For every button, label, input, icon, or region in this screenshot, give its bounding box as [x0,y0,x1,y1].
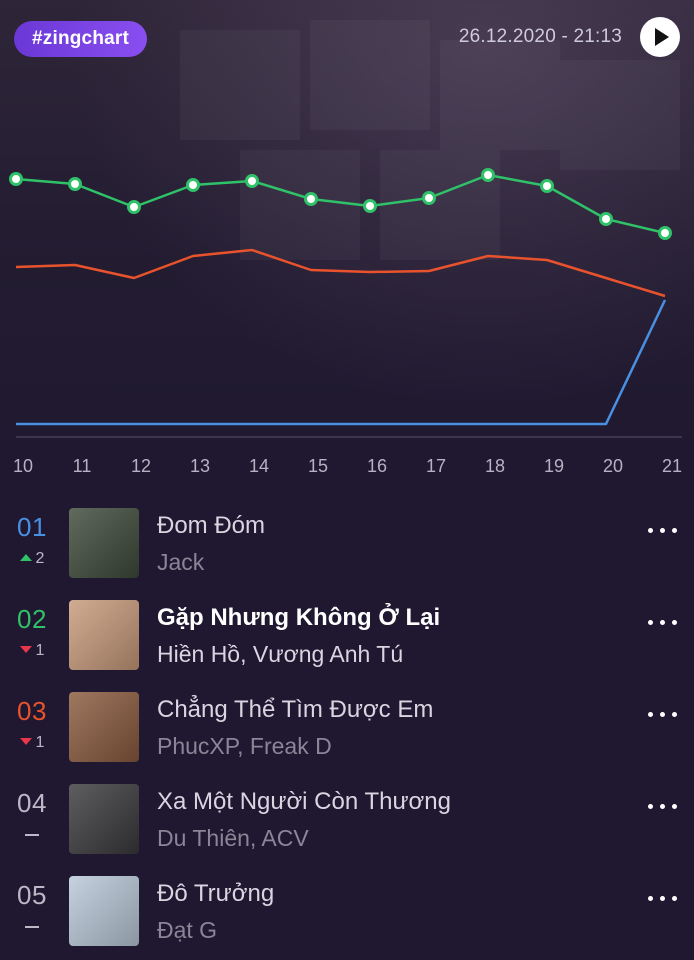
song-row[interactable]: 01 2 Đom Đóm Jack [0,494,694,586]
rank-number: 04 [17,788,47,818]
rank-change-value: 2 [35,550,45,567]
series-point[interactable] [540,179,554,193]
song-artist[interactable]: Đạt G [157,917,217,944]
more-dot [660,528,665,533]
no-change-icon [25,925,39,928]
cover-gap-nhung-khong-o-lai[interactable] [69,600,139,670]
more-dot [672,620,677,625]
rank-change-value: 1 [35,642,45,659]
more-dot [660,620,665,625]
chart-series [9,168,672,426]
ranking-chart: 10 11 12 13 14 15 16 17 18 19 20 21 [9,168,682,476]
x-tick-label: 20 [603,456,623,476]
more-dot [648,712,653,717]
more-dot [660,712,665,717]
rank-change: 2 [0,550,64,570]
more-dot [648,620,653,625]
song-artist[interactable]: Du Thiên, ACV [157,825,309,852]
more-dot [660,896,665,901]
x-tick-label: 12 [131,456,151,476]
series-point[interactable] [186,178,200,192]
song-title[interactable]: Gặp Nhưng Không Ở Lại [157,604,440,632]
rank-change: 1 [0,734,64,754]
more-dots-icon[interactable] [648,896,678,906]
more-dots-icon[interactable] [648,804,678,814]
song-title[interactable]: Đô Trưởng [157,880,274,908]
x-tick-label: 19 [544,456,564,476]
more-dot [660,804,665,809]
more-dot [648,528,653,533]
chart-x-labels: 10 11 12 13 14 15 16 17 18 19 20 21 [13,456,682,476]
series-point[interactable] [363,199,377,213]
series-point[interactable] [127,200,141,214]
series-point[interactable] [245,174,259,188]
song-row[interactable]: 05 Đô Trưởng Đạt G [0,862,694,954]
cover-do-truong[interactable] [69,876,139,946]
more-dot [672,712,677,717]
more-dot [648,896,653,901]
series-line-3 [16,299,667,426]
series-line-1 [15,173,666,235]
more-dot [672,804,677,809]
rank-change [0,826,64,846]
series-point[interactable] [599,212,613,226]
series-line-2 [15,248,666,298]
song-title[interactable]: Xa Một Người Còn Thương [157,788,451,816]
rank-number: 05 [17,880,47,910]
cover-xa-mot-nguoi-con-thuong[interactable] [69,784,139,854]
rank-change: 1 [0,642,64,662]
series-point[interactable] [9,172,23,186]
cover-chang-the-tim-duoc-em[interactable] [69,692,139,762]
series-point[interactable] [68,177,82,191]
song-row[interactable]: 04 Xa Một Người Còn Thương Du Thiên, ACV [0,770,694,862]
rank-change-value: 1 [35,734,45,751]
more-dots-icon[interactable] [648,528,678,538]
song-title[interactable]: Chẳng Thể Tìm Được Em [157,696,433,724]
more-dots-icon[interactable] [648,620,678,630]
rank-change [0,918,64,938]
more-dot [672,528,677,533]
series-point[interactable] [422,191,436,205]
series-point[interactable] [658,226,672,240]
arrow-up-icon [19,553,32,561]
song-artist[interactable]: Jack [157,549,204,576]
rank-number: 03 [17,696,47,726]
series-point[interactable] [304,192,318,206]
x-tick-label: 10 [13,456,33,476]
arrow-down-icon [19,645,32,653]
song-title[interactable]: Đom Đóm [157,512,265,540]
x-tick-label: 14 [249,456,269,476]
more-dots-icon[interactable] [648,712,678,722]
series-point[interactable] [481,168,495,182]
rank-number: 01 [17,512,47,542]
x-tick-label: 21 [662,456,682,476]
x-tick-label: 11 [73,456,92,476]
x-tick-label: 13 [190,456,210,476]
song-artist[interactable]: PhucXP, Freak D [157,733,332,760]
x-tick-label: 17 [426,456,446,476]
song-row[interactable]: 02 1 Gặp Nhưng Không Ở Lại Hiền Hồ, Vương A… [0,586,694,678]
song-row[interactable]: 03 1 Chẳng Thể Tìm Được Em PhucXP, Freak D [0,678,694,770]
x-tick-label: 16 [367,456,387,476]
no-change-icon [25,833,39,836]
arrow-down-icon [19,737,32,745]
x-tick-label: 18 [485,456,505,476]
cover-dom-dom[interactable] [69,508,139,578]
rank-number: 02 [17,604,47,634]
song-artist[interactable]: Hiền Hồ, Vương Anh Tú [157,641,403,668]
more-dot [648,804,653,809]
x-tick-label: 15 [308,456,328,476]
more-dot [672,896,677,901]
